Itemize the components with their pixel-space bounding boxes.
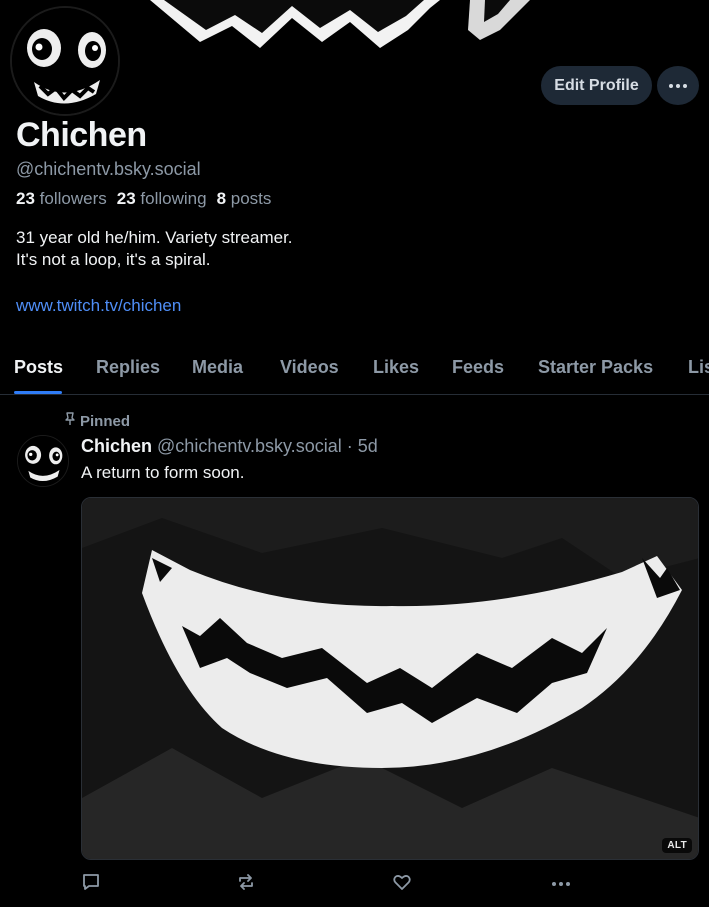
post-text: A return to form soon. (81, 463, 245, 482)
following-label: following (140, 189, 207, 208)
tab-starter-packs[interactable]: Starter Packs (538, 357, 653, 378)
pinned-indicator: Pinned (64, 412, 130, 430)
tab-videos[interactable]: Videos (280, 357, 339, 378)
tab-posts[interactable]: Posts (14, 357, 63, 378)
repost-icon (236, 872, 256, 897)
active-tab-indicator (14, 391, 62, 394)
posts-count: 8 (216, 189, 227, 208)
like-button[interactable] (390, 872, 414, 896)
post-header: Chichen @chichentv.bsky.social · 5d (81, 436, 378, 457)
heart-icon (392, 872, 412, 897)
profile-more-button[interactable] (657, 66, 699, 105)
profile-bio: 31 year old he/him. Variety streamer. It… (16, 227, 293, 271)
post-actions (0, 872, 709, 898)
repost-button[interactable] (234, 872, 258, 896)
profile-display-name: Chichen (16, 116, 147, 154)
post-author-handle[interactable]: @chichentv.bsky.social (157, 436, 342, 456)
bio-line: 31 year old he/him. Variety streamer. (16, 228, 293, 247)
post-author-name[interactable]: Chichen (81, 436, 152, 456)
followers-label: followers (39, 189, 107, 208)
edit-profile-button[interactable]: Edit Profile (541, 66, 652, 105)
profile-stats: 23 followers 23 following 8 posts (16, 189, 271, 209)
ellipsis-icon (552, 882, 570, 886)
tab-feeds[interactable]: Feeds (452, 357, 504, 378)
ellipsis-icon (669, 83, 687, 88)
reply-button[interactable] (79, 872, 103, 896)
pin-icon (64, 412, 76, 430)
bio-line: It's not a loop, it's a spiral. (16, 250, 211, 269)
followers-stat[interactable]: 23 followers (16, 189, 107, 209)
post-image[interactable]: ALT (81, 497, 699, 860)
post-more-button[interactable] (549, 872, 573, 896)
pinned-label: Pinned (80, 412, 131, 430)
tab-lists[interactable]: Lis (688, 357, 709, 378)
alt-text-badge[interactable]: ALT (662, 838, 692, 853)
profile-handle: @chichentv.bsky.social (16, 159, 201, 179)
posts-label: posts (230, 189, 272, 208)
following-count: 23 (116, 189, 136, 208)
tab-replies[interactable]: Replies (96, 357, 160, 378)
profile-tabs: Posts Replies Media Videos Likes Feeds S… (0, 345, 709, 395)
tab-likes[interactable]: Likes (373, 357, 419, 378)
following-stat[interactable]: 23 following (117, 189, 207, 209)
profile-link[interactable]: www.twitch.tv/chichen (16, 296, 181, 316)
meta-separator: · (346, 436, 353, 456)
tab-media[interactable]: Media (192, 357, 243, 378)
followers-count: 23 (16, 189, 35, 208)
posts-stat: 8 posts (217, 189, 272, 209)
post-timestamp[interactable]: 5d (358, 436, 378, 456)
speech-bubble-icon (81, 872, 101, 897)
post-author-avatar[interactable] (17, 435, 69, 487)
profile-avatar[interactable] (10, 6, 120, 116)
